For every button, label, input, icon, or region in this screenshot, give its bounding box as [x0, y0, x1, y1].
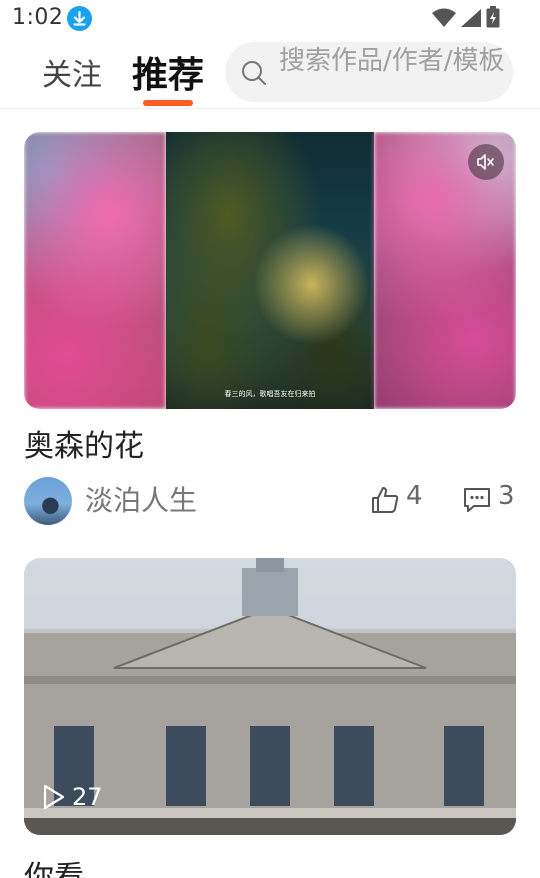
- comment-count: 3: [498, 481, 515, 511]
- post-title[interactable]: 你看: [24, 852, 84, 878]
- video-frame: 春三的风，歌唱吾友在归来拍: [166, 132, 374, 409]
- video-thumbnail[interactable]: 春三的风，歌唱吾友在归来拍: [24, 132, 516, 409]
- signal-icon: [461, 9, 481, 27]
- avatar[interactable]: [24, 477, 72, 525]
- search-icon: [242, 61, 266, 85]
- app-screen: 1:02 关注 推荐 搜索作品/作者/模板 春三的风，歌唱吾友在归来拍 奥森的花…: [0, 0, 540, 878]
- author-name[interactable]: 淡泊人生: [85, 479, 197, 519]
- status-time: 1:02: [12, 5, 64, 30]
- feed-card[interactable]: 27: [24, 558, 516, 835]
- like-count: 4: [406, 481, 423, 511]
- blurred-backdrop-left: [24, 132, 166, 409]
- post-meta: 淡泊人生 4 3: [24, 477, 516, 537]
- search-input[interactable]: 搜索作品/作者/模板: [225, 42, 513, 102]
- tab-recommend[interactable]: 推荐: [132, 46, 204, 98]
- play-count: 27: [42, 783, 103, 811]
- play-icon: [43, 784, 65, 810]
- tab-follow[interactable]: 关注: [42, 50, 102, 94]
- video-thumbnail[interactable]: 27: [24, 558, 516, 835]
- status-icons: [432, 6, 500, 28]
- status-bar: 1:02: [0, 0, 540, 36]
- battery-icon: [486, 6, 500, 28]
- top-header: 关注 推荐 搜索作品/作者/模板: [0, 36, 540, 109]
- mute-icon: [477, 154, 494, 170]
- comment-icon[interactable]: [462, 485, 492, 515]
- wifi-icon: [432, 8, 456, 27]
- download-icon: [67, 6, 92, 31]
- active-tab-indicator: [143, 100, 193, 106]
- post-title[interactable]: 奥森的花: [24, 427, 516, 467]
- like-icon[interactable]: [370, 485, 400, 515]
- play-count-value: 27: [72, 783, 103, 811]
- feed-card[interactable]: 春三的风，歌唱吾友在归来拍 奥森的花 淡泊人生 4 3: [24, 132, 516, 537]
- video-subtitle: 春三的风，歌唱吾友在归来拍: [224, 390, 316, 398]
- mute-button[interactable]: [468, 144, 504, 180]
- search-placeholder: 搜索作品/作者/模板: [279, 46, 505, 76]
